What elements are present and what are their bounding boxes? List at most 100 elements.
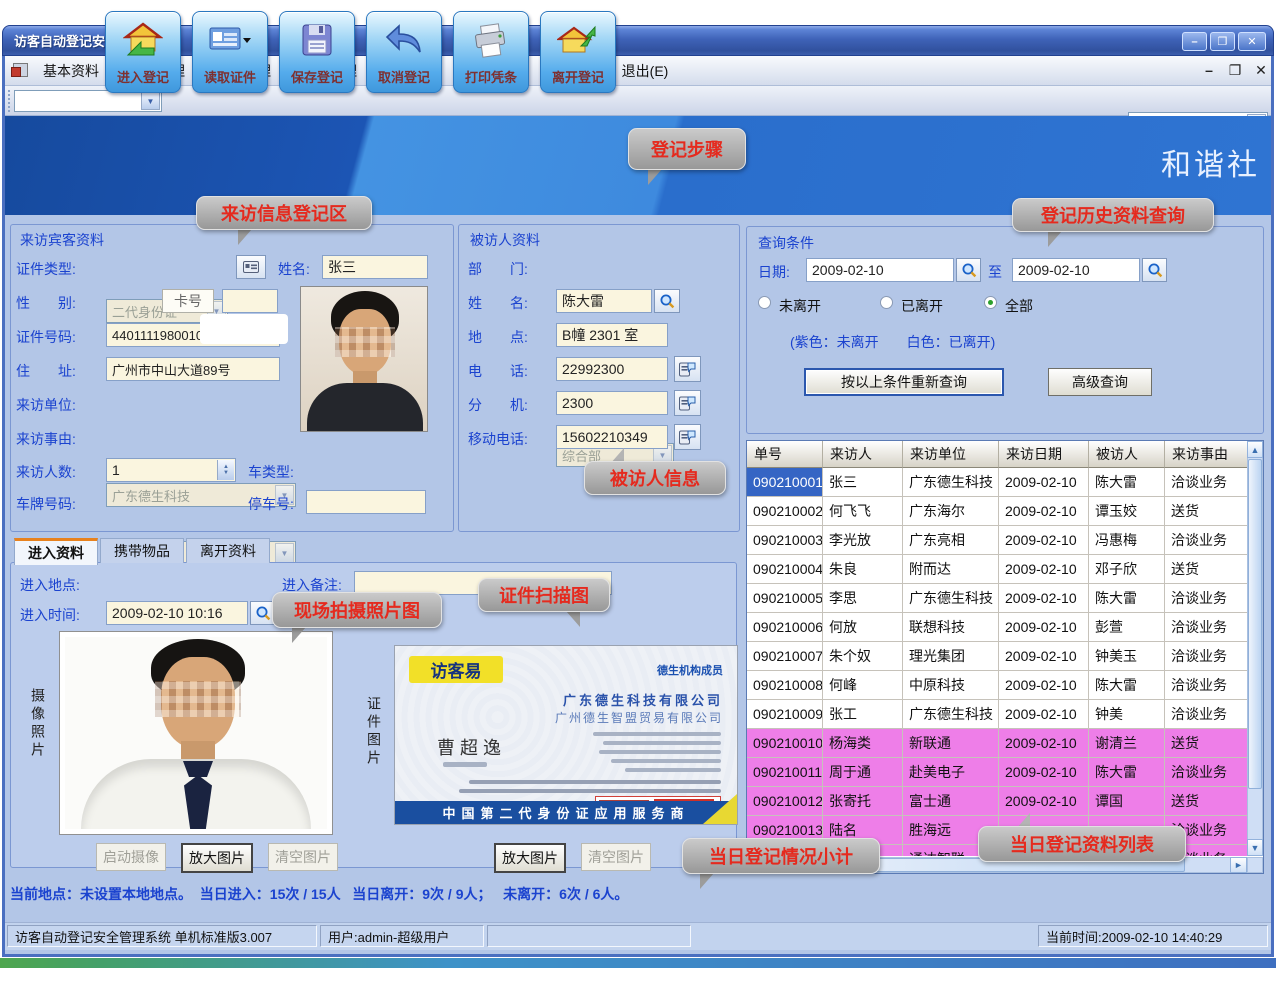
radio-all[interactable] [984,296,997,309]
table-cell[interactable]: 陈大雷 [1089,671,1165,700]
table-cell[interactable]: 洽谈业务 [1165,758,1248,787]
read-id-button[interactable]: 读取证件 [192,11,268,93]
column-header[interactable]: 来访人 [823,441,903,468]
toolbar-combobox[interactable] [14,90,162,112]
table-cell[interactable]: 090210007 [747,642,823,671]
tab-1[interactable]: 携带物品 [100,538,184,563]
table-cell[interactable]: 朱个奴 [823,642,903,671]
enter-register-button[interactable]: 进入登记 [105,11,181,93]
minimize-icon[interactable]: – [1182,32,1207,51]
table-cell[interactable]: 洽谈业务 [1165,700,1248,729]
table-cell[interactable]: 090210004 [747,555,823,584]
mdi-minimize-icon[interactable]: – [1198,61,1220,79]
table-cell[interactable]: 广东海尔 [903,497,999,526]
card-number-button[interactable]: 卡号 [162,289,214,313]
address-input[interactable]: 广州市中山大道89号 [106,357,280,381]
tab-2[interactable]: 离开资料 [186,538,270,563]
table-cell[interactable]: 理光集团 [903,642,999,671]
search-person-button[interactable] [654,289,680,313]
column-header[interactable]: 单号 [747,441,823,468]
table-cell[interactable]: 2009-02-10 [999,584,1089,613]
table-cell[interactable]: 洽谈业务 [1165,642,1248,671]
table-cell[interactable]: 2009-02-10 [999,526,1089,555]
table-cell[interactable]: 洽谈业务 [1165,468,1248,497]
table-cell[interactable]: 朱良 [823,555,903,584]
table-row[interactable]: 090210007朱个奴理光集团2009-02-10钟美玉洽谈业务 [747,642,1248,671]
mdi-close-icon[interactable]: ✕ [1250,61,1272,79]
table-cell[interactable]: 2009-02-10 [999,700,1089,729]
id-image-button-0[interactable]: 放大图片 [494,843,566,873]
table-cell[interactable]: 新联通 [903,729,999,758]
table-cell[interactable]: 广东德生科技 [903,584,999,613]
camera-button-2[interactable]: 清空图片 [268,843,338,871]
radio-left[interactable] [880,296,893,309]
menu-item[interactable]: 退出(E) [622,61,669,81]
interviewee-name-input[interactable]: 陈大雷 [556,289,652,313]
vscroll-thumb[interactable] [1248,459,1262,789]
table-cell[interactable]: 李思 [823,584,903,613]
menu-item[interactable]: 基本资料 [43,61,99,81]
table-cell[interactable]: 李光放 [823,526,903,555]
table-cell[interactable]: 090210001 [747,468,823,497]
table-row[interactable]: 090210003李光放广东亮相2009-02-10冯惠梅洽谈业务 [747,526,1248,555]
visitor-count-stepper[interactable]: 1▲▼ [106,458,236,482]
date-from-picker-button[interactable] [956,258,981,282]
card-reader-button[interactable] [236,255,266,279]
table-cell[interactable]: 张三 [823,468,903,497]
restore-icon[interactable]: ❐ [1210,32,1235,51]
table-row[interactable]: 090210006何放联想科技2009-02-10彭萱洽谈业务 [747,613,1248,642]
table-row[interactable]: 090210011周于通赴美电子2009-02-10陈大雷洽谈业务 [747,758,1248,787]
table-cell[interactable]: 张寄托 [823,787,903,816]
table-row[interactable]: 090210010杨海类新联通2009-02-10谢清兰送货 [747,729,1248,758]
print-slip-button[interactable]: 打印凭条 [453,11,529,93]
table-cell[interactable]: 2009-02-10 [999,497,1089,526]
camera-button-1[interactable]: 放大图片 [181,843,253,873]
extension-input[interactable]: 2300 [556,391,668,415]
tab-0[interactable]: 进入资料 [14,538,98,565]
parking-input[interactable] [306,490,426,514]
table-cell[interactable]: 赴美电子 [903,758,999,787]
scroll-right-icon[interactable]: ► [1230,857,1247,873]
table-row[interactable]: 090210002何飞飞广东海尔2009-02-10谭玉姣送货 [747,497,1248,526]
table-cell[interactable]: 洽谈业务 [1165,671,1248,700]
table-cell[interactable]: 2009-02-10 [999,555,1089,584]
table-cell[interactable]: 附而达 [903,555,999,584]
table-cell[interactable]: 彭萱 [1089,613,1165,642]
table-cell[interactable]: 090210012 [747,787,823,816]
table-cell[interactable]: 张工 [823,700,903,729]
column-header[interactable]: 来访事由 [1165,441,1248,468]
radio-not-left[interactable] [758,296,771,309]
table-cell[interactable]: 谢清兰 [1089,729,1165,758]
table-cell[interactable]: 2009-02-10 [999,787,1089,816]
table-cell[interactable]: 090210006 [747,613,823,642]
table-cell[interactable]: 中原科技 [903,671,999,700]
table-cell[interactable]: 090210008 [747,671,823,700]
location-input[interactable]: B幢 2301 室 [556,323,668,347]
table-cell[interactable]: 何峰 [823,671,903,700]
table-cell[interactable]: 090210005 [747,584,823,613]
dial-extension-button[interactable] [674,390,701,416]
table-cell[interactable]: 送货 [1165,787,1248,816]
dial-phone-button[interactable] [674,356,701,382]
chevron-down-icon[interactable] [141,92,160,110]
table-cell[interactable]: 周于通 [823,758,903,787]
table-cell[interactable]: 洽谈业务 [1165,584,1248,613]
table-cell[interactable]: 2009-02-10 [999,642,1089,671]
phone-input[interactable]: 22992300 [556,357,668,381]
table-row[interactable]: 090210004朱良附而达2009-02-10邓子欣送货 [747,555,1248,584]
visitor-name-input[interactable]: 张三 [322,255,428,279]
advanced-query-button[interactable]: 高级查询 [1048,368,1152,396]
table-cell[interactable]: 钟美 [1089,700,1165,729]
table-cell[interactable]: 送货 [1165,729,1248,758]
table-cell[interactable]: 090210009 [747,700,823,729]
table-row[interactable]: 090210005李思广东德生科技2009-02-10陈大雷洽谈业务 [747,584,1248,613]
leave-register-button[interactable]: 离开登记 [540,11,616,93]
table-row[interactable]: 090210009张工广东德生科技2009-02-10钟美洽谈业务 [747,700,1248,729]
table-cell[interactable]: 2009-02-10 [999,613,1089,642]
card-number-input[interactable] [222,289,278,313]
scroll-up-icon[interactable]: ▲ [1247,441,1263,458]
table-cell[interactable]: 陈大雷 [1089,758,1165,787]
scroll-down-icon[interactable]: ▼ [1247,839,1263,856]
table-cell[interactable]: 广东德生科技 [903,700,999,729]
table-cell[interactable]: 洽谈业务 [1165,613,1248,642]
